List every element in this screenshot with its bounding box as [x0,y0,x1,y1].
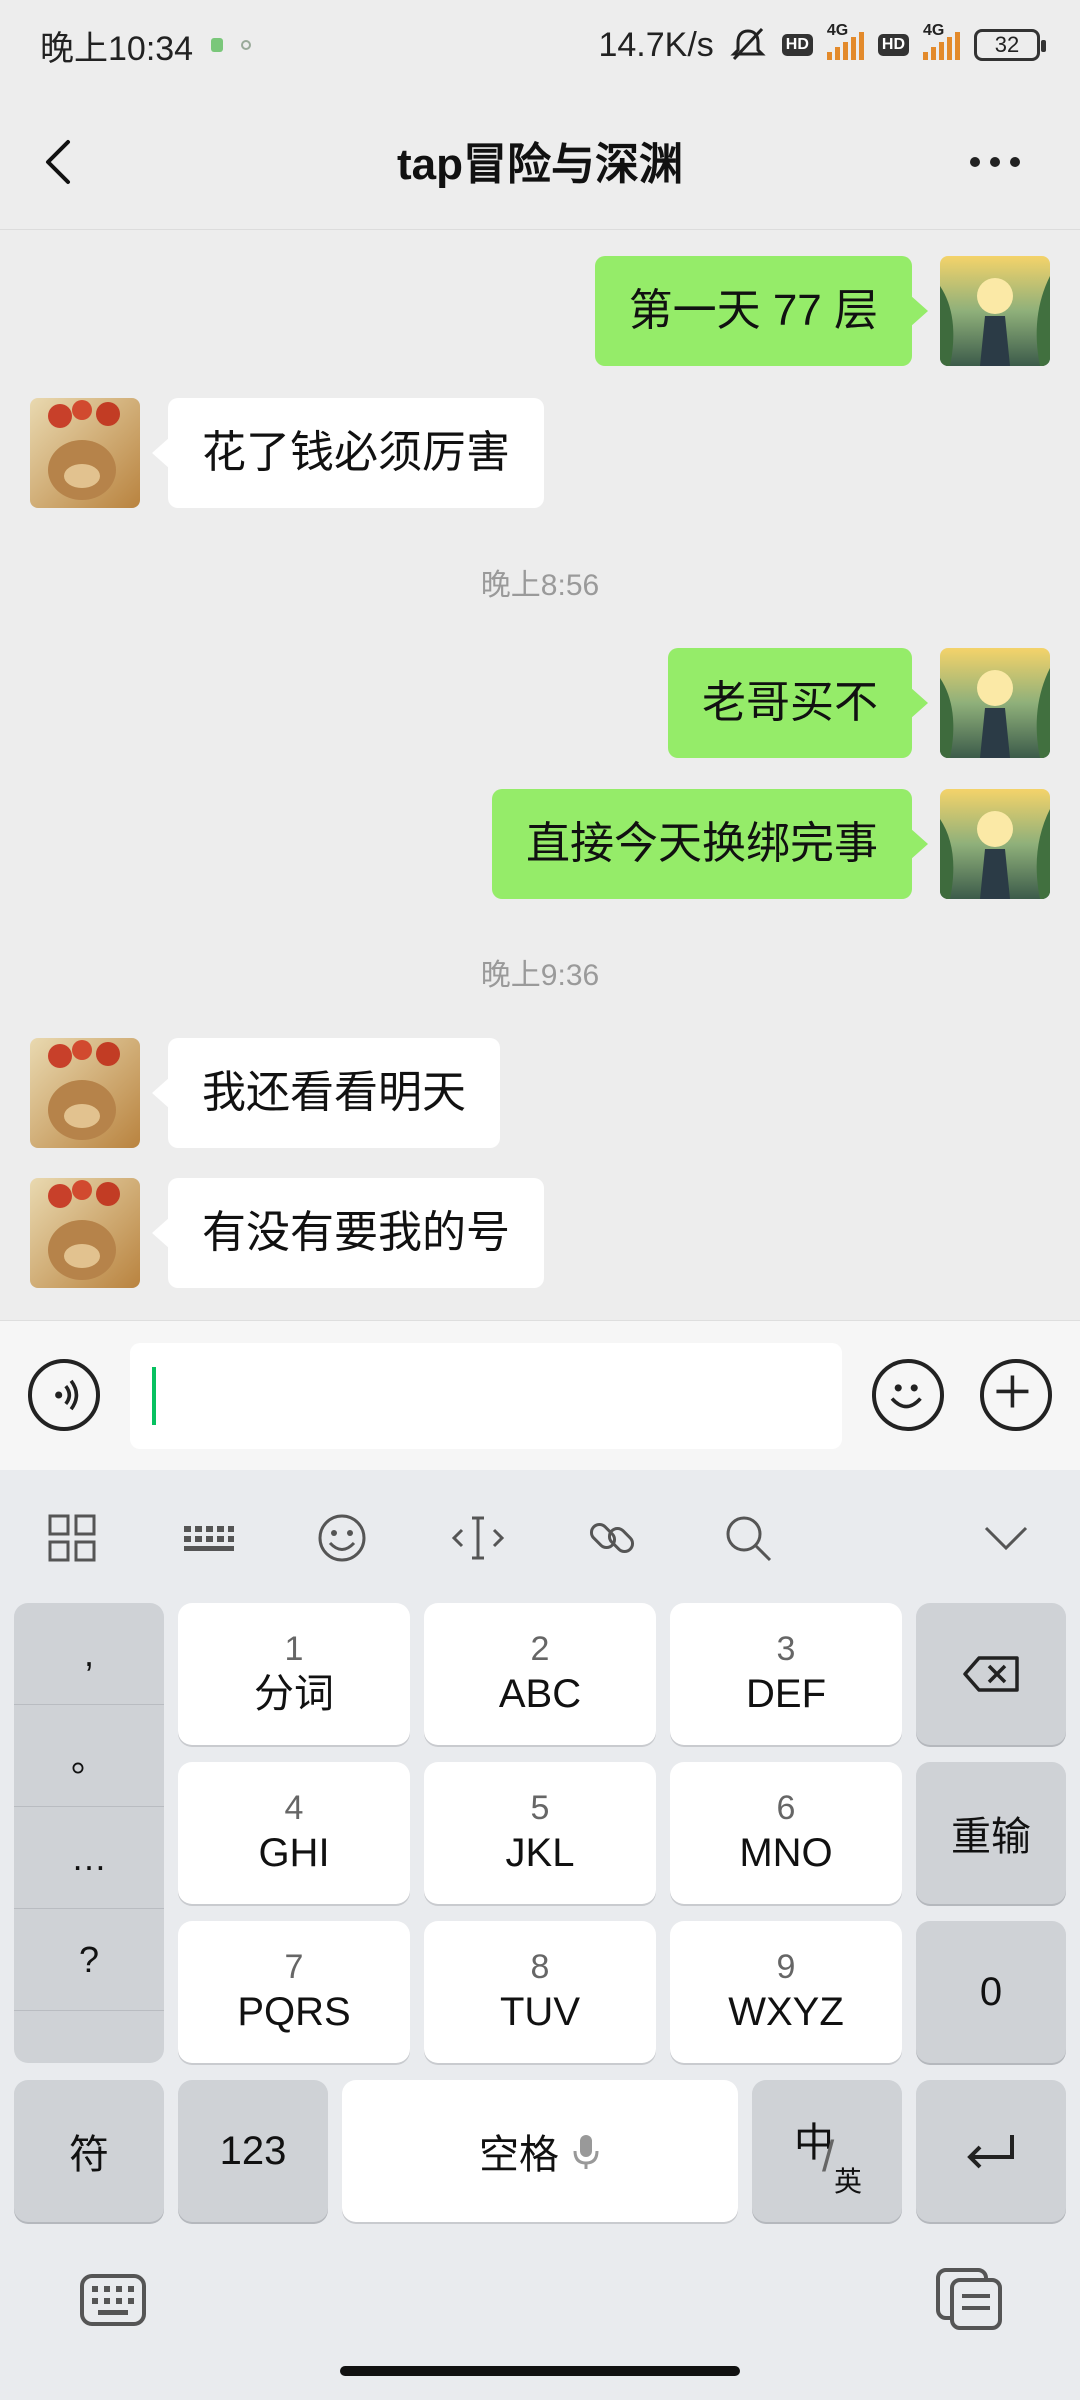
signal-icon-2: 4G [923,22,960,60]
zero-key[interactable]: 0 [916,1921,1066,2063]
chat-header: tap冒险与深渊 [0,90,1080,230]
message-bubble[interactable]: 花了钱必须厉害 [152,398,544,508]
my-avatar[interactable] [940,789,1050,899]
my-avatar[interactable] [940,256,1050,366]
voice-input-icon[interactable] [28,1359,100,1431]
text-caret [152,1367,156,1425]
battery-icon: 32 [974,29,1046,61]
signal-icon: 4G [826,22,864,60]
contact-avatar[interactable] [30,1178,140,1288]
message-row-other: 我还看看明天 [30,1038,500,1148]
punct-comma-key[interactable]: , [14,1603,164,1705]
backspace-key[interactable] [916,1603,1066,1745]
punct-question-key[interactable]: ? [14,1909,164,2011]
notification-icon [241,40,252,50]
hd-icon: HD [781,34,813,56]
status-bar: 晚上10:34 14.7K/s HD 4G HD 4G 32 [0,0,1080,90]
backspace-icon [963,1656,1019,1692]
cursor-move-icon[interactable] [450,1510,506,1566]
message-row-me: 老哥买不 [668,648,1050,758]
back-arrow-icon[interactable] [32,134,88,190]
status-time: 晚上10:34 [40,29,194,68]
message-row-me: 第一天 77 层 [594,256,1050,366]
hd-icon-2: HD [877,34,909,56]
contact-avatar[interactable] [30,398,140,508]
timestamp: 晚上9:36 [480,959,600,992]
key-7[interactable]: 7 PQRS [178,1921,410,2063]
more-options-icon[interactable] [970,150,1030,174]
message-bubble[interactable]: 老哥买不 [668,648,928,758]
keyboard-switch-icon[interactable] [78,2270,148,2330]
number-mode-key[interactable]: 123 [178,2080,328,2222]
search-icon[interactable] [720,1510,776,1566]
collapse-keyboard-icon[interactable] [978,1510,1034,1566]
message-bubble[interactable]: 直接今天换绑完事 [492,789,928,899]
space-key[interactable]: 空格 [342,2080,738,2222]
key-5[interactable]: 5 JKL [424,1762,656,1904]
punctuation-column[interactable]: , 。 … ? [14,1603,164,2063]
message-input[interactable] [130,1343,842,1449]
reinput-key[interactable]: 重输 [916,1762,1066,1904]
key-1[interactable]: 1 分词 [178,1603,410,1745]
enter-icon [967,2135,1014,2169]
key-6[interactable]: 6 MNO [670,1762,902,1904]
clipboard-link-icon[interactable] [584,1510,640,1566]
timestamp: 晚上8:56 [480,569,600,602]
network-speed: 14.7K/s [598,25,714,64]
chat-title: tap冒险与深渊 [397,139,683,189]
message-row-me: 直接今天换绑完事 [492,789,1050,899]
mute-bell-icon [730,27,766,61]
key-8[interactable]: 8 TUV [424,1921,656,2063]
microphone-icon [573,2135,599,2169]
apps-grid-icon[interactable] [44,1510,100,1566]
message-bubble[interactable]: 第一天 77 层 [594,256,929,366]
key-4[interactable]: 4 GHI [178,1762,410,1904]
keyboard-toolbar [0,1470,1080,1600]
contact-avatar[interactable] [30,1038,140,1148]
ime-keyboard: , 。 … ? 1 分词 2 ABC 3 DEF 4 GHI 5 JKL 6 MNO 重输 … [0,1470,1080,2400]
clipboard-icon[interactable] [934,2266,1004,2332]
key-9[interactable]: 9 WXYZ [670,1921,902,2063]
home-indicator[interactable] [340,2366,740,2376]
key-3[interactable]: 3 DEF [670,1603,902,1745]
symbol-key[interactable]: 符 [14,2080,164,2222]
app-notification-icon [211,38,224,52]
punct-period-key[interactable]: 。 [14,1705,164,1807]
key-2[interactable]: 2 ABC [424,1603,656,1745]
keyboard-layout-icon[interactable] [180,1510,236,1566]
message-row-other: 有没有要我的号 [30,1178,544,1288]
message-row-other: 花了钱必须厉害 [30,398,544,508]
input-bar [0,1320,1080,1470]
message-bubble[interactable]: 我还看看明天 [152,1038,500,1148]
add-more-icon[interactable] [980,1359,1052,1431]
my-avatar[interactable] [940,648,1050,758]
message-bubble[interactable]: 有没有要我的号 [152,1178,544,1288]
punct-ellipsis-key[interactable]: … [14,1807,164,1909]
emoji-icon[interactable] [872,1359,944,1431]
enter-key[interactable] [916,2080,1066,2222]
emoji-panel-icon[interactable] [314,1510,370,1566]
language-switch-key[interactable]: 中 / 英 [752,2080,902,2222]
